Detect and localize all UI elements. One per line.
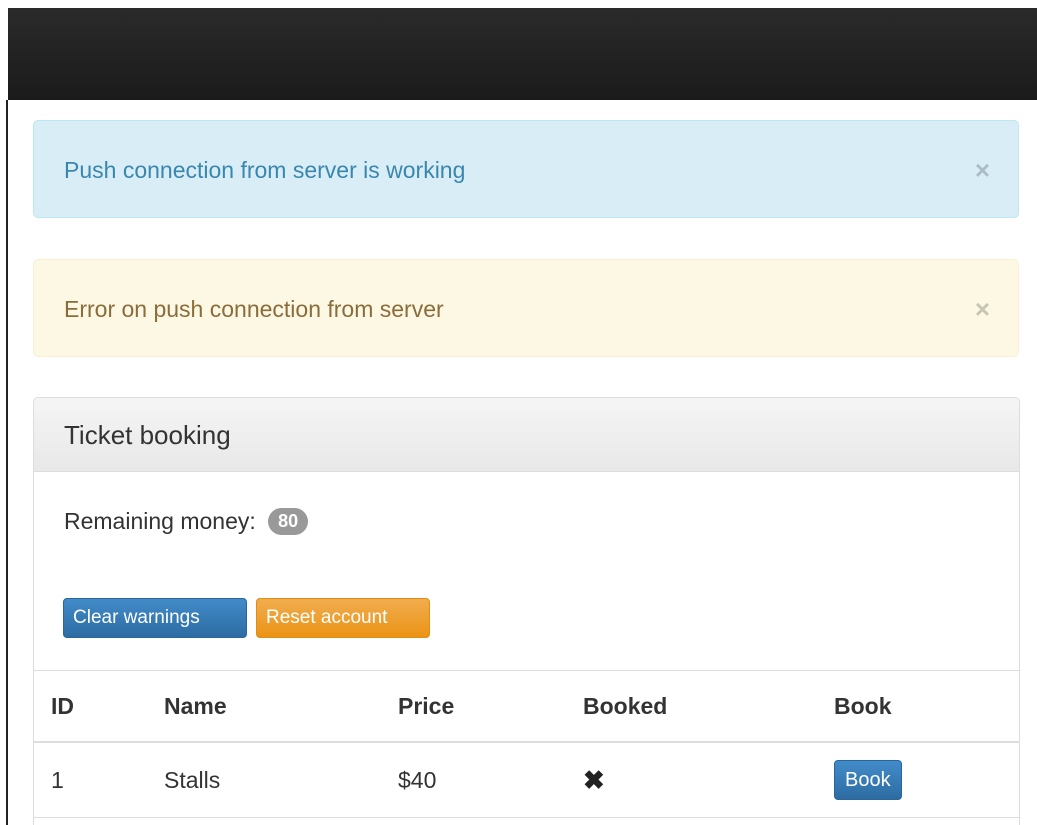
- tickets-table: ID Name Price Booked Book 1 Stalls $40 ✖…: [34, 670, 1019, 818]
- warning-alert-text: Error on push connection from server: [64, 296, 444, 322]
- column-header-id: ID: [34, 670, 164, 743]
- money-badge: 80: [268, 508, 309, 535]
- column-header-book: Book: [834, 670, 1019, 743]
- column-header-price: Price: [398, 670, 583, 743]
- warning-alert: Error on push connection from server ×: [33, 259, 1019, 357]
- cell-book: Book: [834, 742, 1019, 818]
- panel-heading: Ticket booking: [34, 398, 1019, 472]
- close-icon[interactable]: ×: [975, 294, 990, 325]
- remaining-money-label: Remaining money:: [64, 508, 256, 534]
- cell-name: Stalls: [164, 742, 398, 818]
- info-alert: Push connection from server is working ×: [33, 120, 1019, 218]
- remaining-money: Remaining money: 80: [64, 508, 309, 535]
- cell-id: 1: [34, 742, 164, 818]
- top-navbar: [8, 8, 1037, 100]
- cell-booked: ✖: [583, 742, 834, 818]
- cell-price: $40: [398, 742, 583, 818]
- info-alert-text: Push connection from server is working: [64, 157, 466, 183]
- ticket-booking-panel: Ticket booking Remaining money: 80 Clear…: [33, 397, 1020, 825]
- not-booked-icon: ✖: [583, 764, 605, 795]
- column-header-name: Name: [164, 670, 398, 743]
- table-header-row: ID Name Price Booked Book: [34, 670, 1019, 743]
- close-icon[interactable]: ×: [975, 155, 990, 186]
- panel-title: Ticket booking: [64, 420, 231, 450]
- table-row: 1 Stalls $40 ✖ Book: [34, 742, 1019, 818]
- window-edge: [6, 100, 8, 825]
- reset-account-button[interactable]: Reset account: [256, 598, 430, 638]
- book-button[interactable]: Book: [834, 760, 902, 800]
- column-header-booked: Booked: [583, 670, 834, 743]
- clear-warnings-button[interactable]: Clear warnings: [63, 598, 247, 638]
